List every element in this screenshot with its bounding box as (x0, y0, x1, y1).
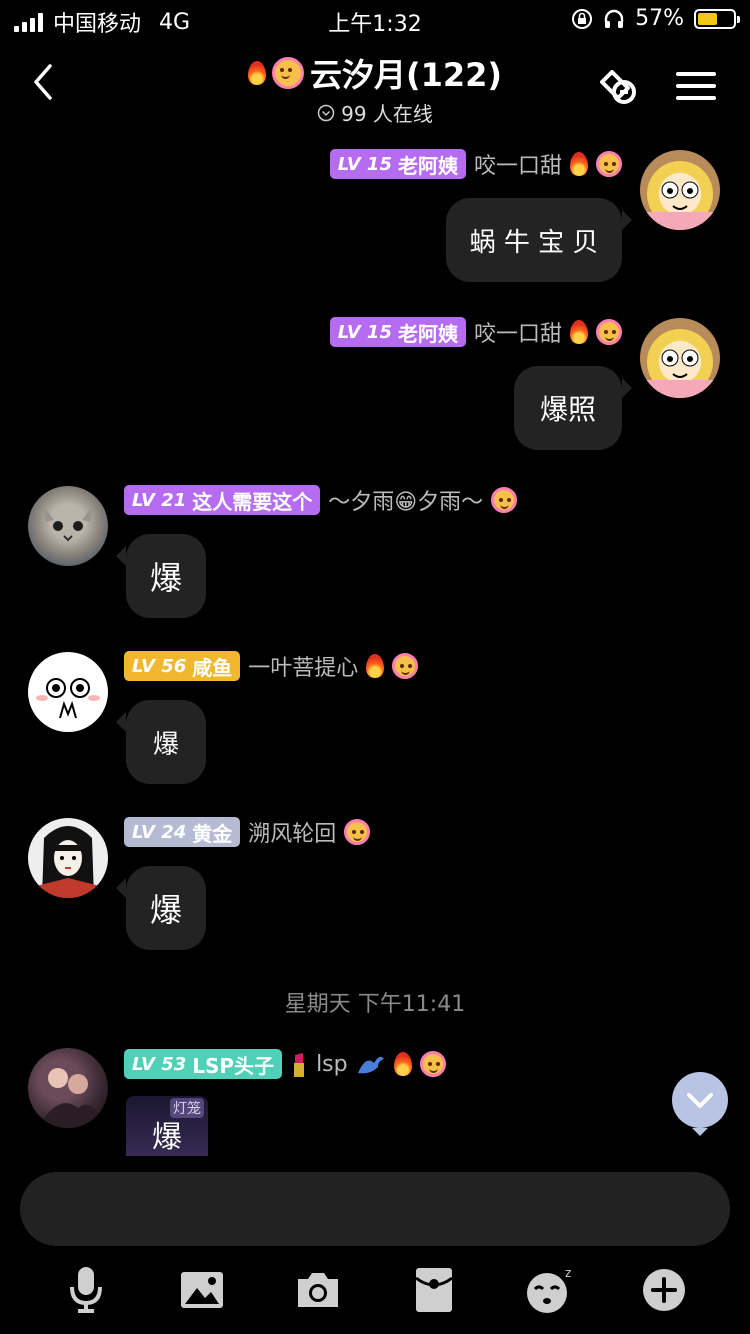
message-bubble[interactable]: 爆 灯笼 (126, 1096, 208, 1156)
message-bubble[interactable]: 爆 (116, 866, 206, 950)
avatar-face-icon (36, 678, 100, 719)
scroll-to-bottom-button[interactable] (672, 1072, 728, 1136)
flower-emoji-icon (596, 319, 622, 345)
level-badge: LV 15 老阿姨 (329, 317, 466, 347)
chat-timestamp: 星期天 下午11:41 (284, 992, 466, 1017)
chevron-down-icon (687, 1093, 713, 1108)
level-badge: LV 15 老阿姨 (329, 149, 466, 179)
share-link-icon[interactable] (594, 62, 642, 110)
message-bubble[interactable]: 蜗 牛 宝 贝 (446, 198, 632, 282)
flower-emoji-icon (271, 57, 304, 89)
level-badge: LV 24 黄金 (124, 817, 241, 847)
message-item: LV 53 LSP头子 lsp 爆 灯笼 (0, 1044, 750, 1156)
bubble-tag: 灯笼 (170, 1098, 204, 1118)
mic-icon (70, 1267, 102, 1313)
avatar[interactable] (28, 1048, 108, 1128)
message-bubble[interactable]: 爆 (116, 534, 206, 618)
message-item: LV 15 老阿姨 咬一口甜 爆照 (0, 316, 750, 456)
orientation-lock-icon (572, 8, 593, 29)
more-button[interactable] (636, 1262, 692, 1318)
image-icon (181, 1272, 223, 1308)
avatar-girl-icon (28, 826, 108, 898)
voice-button[interactable] (58, 1262, 114, 1318)
red-packet-button[interactable] (406, 1262, 462, 1318)
redpacket-icon (415, 1268, 453, 1312)
status-bar: 中国移动 4G 上午1:32 57% (0, 0, 750, 40)
emoji-button[interactable]: z (522, 1262, 578, 1318)
avatar-face-icon (640, 181, 720, 230)
headphones-icon (604, 9, 624, 28)
battery-icon (694, 8, 740, 29)
avatar-cat-icon (42, 504, 94, 542)
image-button[interactable] (174, 1262, 230, 1318)
message-item: LV 56 咸鱼 一叶菩提心 爆 (0, 650, 750, 790)
message-item: LV 15 老阿姨 咬一口甜 蜗 牛 宝 贝 (0, 148, 750, 288)
sender-name[interactable]: ～夕雨😁夕雨～ (328, 484, 483, 516)
flower-emoji-icon (419, 1051, 446, 1077)
svg-text:z: z (565, 1266, 571, 1280)
avatar[interactable] (640, 150, 720, 230)
avatar[interactable] (640, 318, 720, 398)
emoji-icon: z (527, 1266, 571, 1313)
input-toolbar: z (0, 1262, 750, 1318)
level-badge: LV 53 LSP头子 (124, 1049, 283, 1079)
camera-button[interactable] (290, 1262, 346, 1318)
menu-icon[interactable] (672, 62, 720, 110)
level-badge: LV 21 这人需要这个 (124, 485, 321, 515)
flower-emoji-icon (344, 819, 371, 845)
sender-name[interactable]: lsp (316, 1052, 348, 1077)
lipstick-icon (294, 1053, 305, 1077)
fire-icon (366, 654, 385, 678)
fire-icon (393, 1052, 412, 1076)
message-input[interactable] (20, 1172, 730, 1246)
dragon-icon (357, 1056, 384, 1074)
fire-icon (570, 152, 588, 176)
online-count: 99 人在线 (341, 102, 433, 126)
flower-emoji-icon (596, 151, 622, 177)
flower-emoji-icon (392, 653, 419, 679)
chevron-circle-icon[interactable] (317, 104, 335, 122)
camera-icon (298, 1273, 338, 1307)
avatar[interactable] (28, 486, 108, 566)
sender-name[interactable]: 咬一口甜 (474, 148, 562, 180)
fire-icon (247, 61, 266, 85)
sender-name[interactable]: 溯风轮回 (248, 816, 336, 848)
flower-emoji-icon (491, 487, 518, 513)
sender-name[interactable]: 一叶菩提心 (248, 650, 358, 682)
chat-header: 云汐月(122) 99 人在线 (0, 40, 750, 132)
message-item: LV 24 黄金 溯风轮回 爆 (0, 816, 750, 956)
message-bubble[interactable]: 爆照 (514, 366, 632, 450)
plus-icon (643, 1269, 685, 1311)
message-item: LV 21 这人需要这个 ～夕雨😁夕雨～ 爆 (0, 484, 750, 624)
sender-name[interactable]: 咬一口甜 (474, 316, 562, 348)
avatar[interactable] (28, 652, 108, 732)
group-title: 云汐月(122) (309, 56, 503, 94)
avatar-face-icon (640, 349, 720, 398)
avatar[interactable] (28, 818, 108, 898)
battery-percent: 57% (635, 6, 684, 31)
message-bubble[interactable]: 爆 (116, 700, 206, 784)
avatar-couple-icon (38, 1068, 104, 1128)
group-title-row: 云汐月(122) (247, 50, 503, 96)
level-badge: LV 56 咸鱼 (124, 651, 241, 681)
fire-icon (570, 320, 588, 344)
